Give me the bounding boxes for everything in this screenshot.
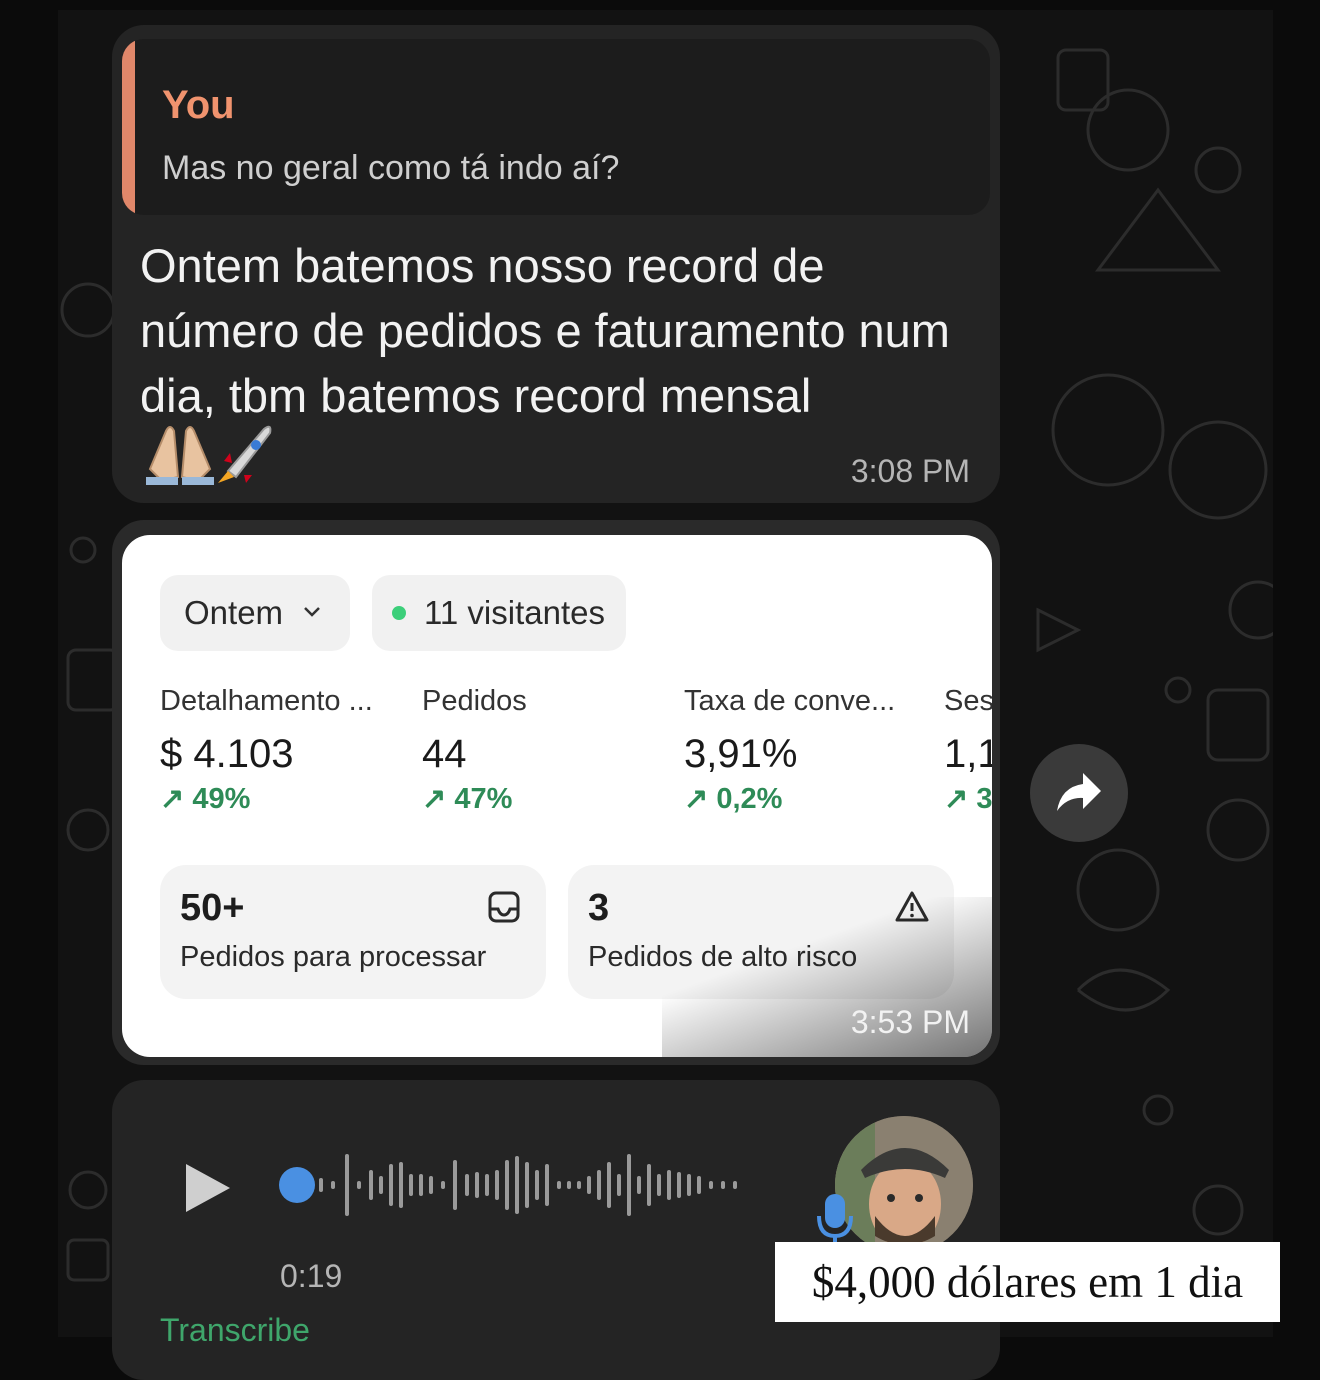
reply-message-bubble[interactable]: You Mas no geral como tá indo aí? Ontem … [112, 25, 1000, 503]
quoted-message[interactable]: You Mas no geral como tá indo aí? [122, 39, 990, 215]
period-dropdown-label: Ontem [184, 594, 284, 631]
waveform-position-dot [279, 1167, 315, 1203]
voice-duration: 0:19 [280, 1258, 343, 1294]
orders-to-process-card[interactable]: 50+ Pedidos para processar [160, 865, 546, 999]
metric-sales[interactable]: Detalhamento ... $ 4.103 ↗ 49% [160, 685, 373, 816]
metric-change: ↗ 0,2% [684, 783, 783, 815]
metric-value: $ 4.103 [160, 732, 294, 776]
message-time: 3:53 PM [850, 1004, 970, 1040]
transcribe-link[interactable]: Transcribe [160, 1312, 310, 1349]
card-count: 3 [588, 887, 610, 929]
live-dot-icon [392, 606, 406, 620]
image-message-bubble[interactable]: Ontem 11 visitantes Detalhamento ... $ 4… [112, 520, 1000, 1065]
praying-hands-icon [146, 426, 214, 485]
metric-label: Pedidos [422, 685, 527, 717]
caption-overlay: $4,000 dólares em 1 dia [775, 1242, 1280, 1322]
period-dropdown[interactable]: Ontem [160, 575, 350, 651]
metric-label: Ses [944, 685, 992, 717]
quote-text: Mas no geral como tá indo aí? [162, 149, 620, 187]
metric-change: ↗ 47% [422, 783, 513, 815]
visitors-label: 11 visitantes [424, 594, 605, 631]
emoji-row [140, 421, 280, 492]
forward-button[interactable] [1030, 744, 1128, 842]
metric-label: Taxa de conve... [684, 685, 896, 717]
metric-label: Detalhamento ... [160, 685, 373, 717]
microphone-icon [817, 1194, 853, 1246]
metric-sessions[interactable]: Ses 1,1 ↗ 3 [944, 685, 992, 816]
quote-accent-bar [122, 39, 135, 215]
dashboard-screenshot[interactable]: Ontem 11 visitantes Detalhamento ... $ 4… [122, 535, 992, 1057]
metric-conversion[interactable]: Taxa de conve... 3,91% ↗ 0,2% [684, 685, 895, 816]
message-time: 3:08 PM [850, 453, 970, 489]
quote-author: You [162, 83, 235, 127]
rocket-icon [218, 425, 272, 483]
metric-value: 44 [422, 732, 467, 776]
forward-icon [1057, 773, 1101, 811]
card-count: 50+ [180, 887, 245, 929]
card-label: Pedidos para processar [180, 941, 487, 973]
chevron-down-icon [304, 607, 320, 617]
metric-change: ↗ 3 [944, 783, 992, 815]
inbox-icon [488, 891, 520, 923]
visitors-badge: 11 visitantes [372, 575, 626, 651]
audio-waveform[interactable] [277, 1150, 887, 1220]
metric-orders[interactable]: Pedidos 44 ↗ 47% [422, 685, 527, 816]
metric-value: 1,1 [944, 732, 992, 776]
metric-change: ↗ 49% [160, 783, 251, 815]
message-text: Ontem batemos nosso record de número de … [140, 239, 950, 422]
metric-value: 3,91% [684, 732, 798, 776]
play-button[interactable] [182, 1160, 234, 1216]
